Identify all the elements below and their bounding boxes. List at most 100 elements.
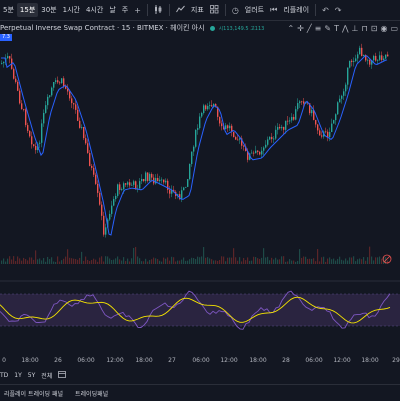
grid-icon[interactable] bbox=[207, 4, 222, 16]
candle-body bbox=[13, 68, 15, 79]
timeframe-5m[interactable]: 5분 bbox=[0, 3, 17, 17]
volume-bar bbox=[277, 259, 279, 264]
timeframe-4h[interactable]: 4시간 bbox=[83, 3, 106, 17]
undo-icon[interactable]: ↶ bbox=[319, 6, 332, 15]
volume-bar bbox=[165, 258, 167, 264]
volume-bar bbox=[151, 259, 153, 264]
candle-body bbox=[349, 60, 351, 68]
candle-body bbox=[77, 109, 79, 121]
candle-body bbox=[207, 106, 209, 110]
alert-button[interactable]: 얼러트 bbox=[242, 3, 267, 17]
volume-bar bbox=[125, 261, 127, 264]
replay-button[interactable]: 리플레이 bbox=[280, 3, 312, 17]
candle-body bbox=[97, 183, 99, 193]
volume-bar bbox=[139, 258, 141, 264]
pattern-icon[interactable]: ⋀ bbox=[342, 24, 349, 33]
volume-bar bbox=[359, 258, 361, 264]
candle-body bbox=[1, 63, 3, 64]
range-button-all[interactable]: 전체 bbox=[41, 371, 52, 380]
ruler-icon[interactable]: ⊥ bbox=[352, 24, 359, 33]
volume-bar bbox=[137, 256, 139, 264]
brush-icon[interactable]: ✎ bbox=[324, 24, 331, 33]
volume-bar bbox=[161, 261, 163, 264]
volume-bar bbox=[227, 257, 229, 264]
volume-bar bbox=[61, 260, 63, 264]
candle-body bbox=[275, 129, 277, 139]
volume-bar bbox=[65, 256, 67, 264]
volume-bar bbox=[303, 256, 305, 264]
lock-icon[interactable]: ⊡ bbox=[371, 24, 378, 33]
tab-trading-panel[interactable]: 트레이딩패널 bbox=[75, 389, 108, 398]
candle-body bbox=[87, 143, 89, 153]
candle-body bbox=[267, 139, 269, 145]
alert-clock-icon[interactable]: ◷ bbox=[229, 6, 242, 15]
indicator-icon[interactable] bbox=[173, 5, 188, 16]
candle-body bbox=[79, 120, 81, 128]
volume-bar bbox=[271, 257, 273, 264]
candle-body bbox=[95, 174, 97, 184]
volume-bar bbox=[379, 256, 381, 264]
volume-bar bbox=[141, 261, 143, 264]
range-button-1y[interactable]: 1Y bbox=[14, 372, 21, 379]
range-button-td[interactable]: TD bbox=[0, 372, 8, 379]
candles-icon[interactable] bbox=[151, 4, 166, 16]
crosshair-icon[interactable]: ✛ bbox=[297, 24, 304, 33]
replay-icon[interactable]: ⏮ bbox=[267, 5, 280, 15]
candle-body bbox=[69, 91, 71, 99]
volume-bar bbox=[189, 259, 191, 264]
volume-bar bbox=[79, 257, 81, 264]
collapse-icon[interactable]: ⌃ bbox=[287, 24, 294, 33]
volume-bar bbox=[263, 248, 265, 264]
volume-bar bbox=[69, 257, 71, 264]
fib-icon[interactable]: ≡ bbox=[315, 24, 322, 33]
trendline-icon[interactable]: ╱ bbox=[307, 24, 312, 33]
time-axis-tick: 18:00 bbox=[21, 357, 39, 364]
magnet-icon[interactable]: ⊓ bbox=[362, 24, 368, 33]
volume-bar bbox=[25, 259, 27, 264]
candle-body bbox=[81, 127, 83, 128]
plus-icon[interactable]: + bbox=[131, 6, 144, 15]
volume-bar bbox=[193, 258, 195, 264]
range-button-5y[interactable]: 5Y bbox=[28, 372, 35, 379]
candle-body bbox=[219, 116, 221, 124]
candle-body bbox=[147, 172, 149, 181]
timeframe-1h[interactable]: 1시간 bbox=[60, 3, 83, 17]
candle-body bbox=[89, 152, 91, 166]
symbol-title[interactable]: Perpetual Inverse Swap Contract · 15 · B… bbox=[0, 23, 205, 33]
volume-bar bbox=[207, 257, 209, 264]
calendar-range-icon[interactable] bbox=[58, 370, 67, 380]
tab-replay-trading-panel[interactable]: 리플레이 트레이딩 패널 bbox=[4, 389, 63, 398]
timeframe-15m[interactable]: 15분 bbox=[16, 3, 39, 17]
volume-bar bbox=[371, 256, 373, 264]
candle-body bbox=[73, 103, 75, 105]
timeframe-week[interactable]: 주 bbox=[119, 3, 131, 17]
candle-body bbox=[361, 47, 363, 57]
candle-body bbox=[121, 189, 123, 190]
candle-body bbox=[53, 82, 55, 88]
text-icon[interactable]: T bbox=[334, 24, 339, 33]
candle-body bbox=[201, 113, 203, 117]
price-chart[interactable] bbox=[0, 36, 400, 356]
volume-bar bbox=[191, 257, 193, 264]
volume-bar bbox=[33, 259, 35, 264]
volume-bar bbox=[211, 259, 213, 264]
candle-body bbox=[203, 105, 205, 114]
eye-icon[interactable]: ◉ bbox=[380, 24, 387, 33]
volume-bar bbox=[253, 256, 255, 264]
volume-bar bbox=[365, 260, 367, 264]
timeframe-day[interactable]: 날 bbox=[106, 3, 118, 17]
candle-body bbox=[257, 150, 259, 152]
toolbar-divider bbox=[224, 4, 226, 16]
redo-icon[interactable]: ↷ bbox=[332, 6, 345, 15]
candle-body bbox=[299, 101, 301, 104]
indicators-button[interactable]: 지표 bbox=[188, 3, 207, 17]
candle-body bbox=[99, 192, 101, 205]
timeframe-30m[interactable]: 30분 bbox=[38, 3, 59, 17]
time-axis[interactable]: 0 18:00 26 06:00 12:00 18:00 27 06:00 12:00 18:00… bbox=[0, 356, 400, 368]
volume-bar bbox=[149, 260, 151, 264]
volume-bar bbox=[339, 256, 341, 264]
candle-body bbox=[3, 61, 5, 64]
volume-bar bbox=[377, 257, 379, 264]
trash-icon[interactable]: ▭ bbox=[390, 24, 398, 33]
volume-bar bbox=[163, 257, 165, 264]
